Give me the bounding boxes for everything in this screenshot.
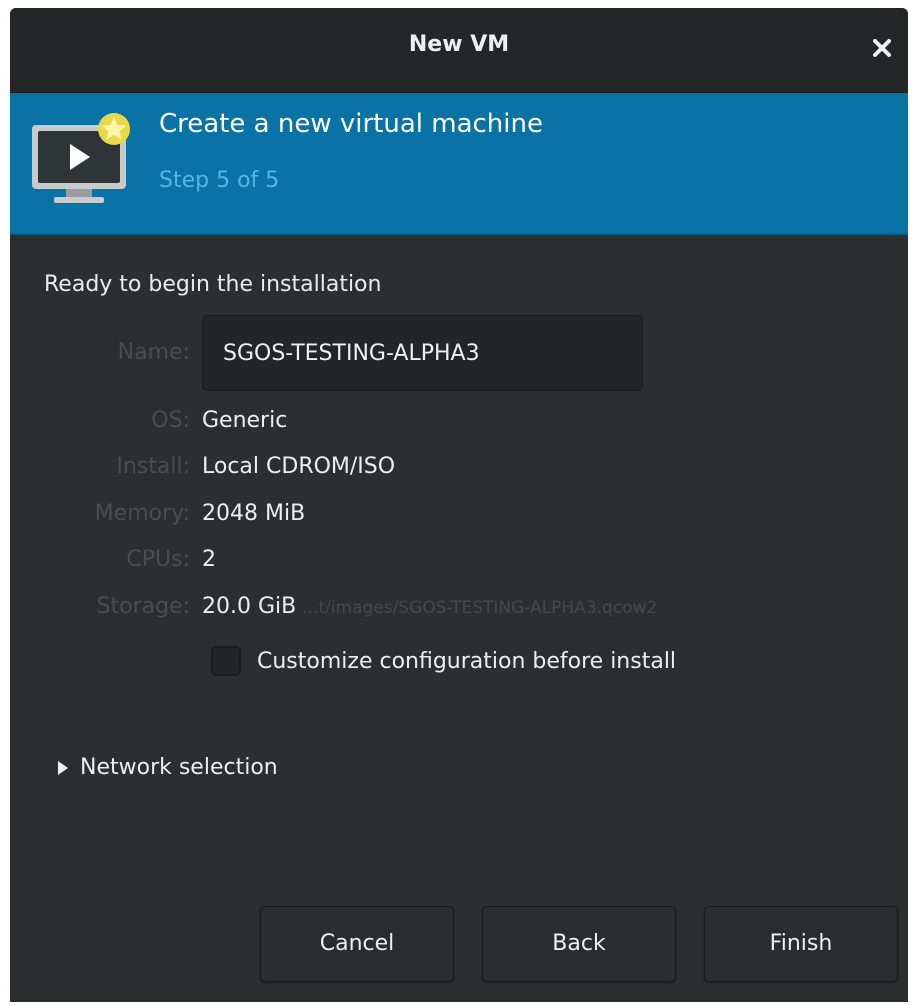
storage-label: Storage:	[96, 594, 191, 619]
install-value: Local CDROM/ISO	[202, 454, 396, 479]
customize-checkbox-row[interactable]: Customize configuration before install	[211, 641, 676, 681]
cpus-label: CPUs:	[126, 547, 190, 572]
cancel-button[interactable]: Cancel	[260, 906, 454, 982]
network-selection-expander[interactable]: Network selection	[58, 755, 278, 780]
summary-panel: Ready to begin the installation Name: OS…	[10, 235, 908, 1002]
install-label: Install:	[116, 454, 190, 479]
wizard-title: Create a new virtual machine	[159, 109, 543, 139]
network-selection-label[interactable]: Network selection	[80, 755, 278, 780]
name-label: Name:	[117, 340, 190, 365]
storage-row: 20.0 GiB ...t/images/SGOS-TESTING-ALPHA3.…	[202, 594, 657, 619]
wizard-header: Create a new virtual machine Step 5 of 5	[10, 93, 908, 235]
customize-checkbox-label[interactable]: Customize configuration before install	[257, 649, 676, 674]
wizard-step: Step 5 of 5	[159, 168, 280, 193]
cpus-value: 2	[202, 547, 216, 572]
new-vm-dialog: New VM Create a new virtual machine Step…	[10, 8, 908, 1002]
os-value: Generic	[202, 408, 288, 433]
close-icon	[873, 39, 891, 57]
memory-value: 2048 MiB	[202, 501, 306, 526]
close-button[interactable]	[868, 34, 896, 62]
back-button[interactable]: Back	[482, 906, 676, 982]
storage-value: 20.0 GiB	[202, 594, 297, 619]
finish-button[interactable]: Finish	[704, 906, 898, 982]
titlebar[interactable]: New VM	[10, 8, 908, 93]
customize-checkbox[interactable]	[211, 646, 241, 676]
storage-path: ...t/images/SGOS-TESTING-ALPHA3.qcow2	[302, 598, 658, 618]
triangle-right-icon	[58, 760, 68, 775]
os-label: OS:	[151, 408, 190, 433]
memory-label: Memory:	[94, 501, 190, 526]
new-vm-icon	[28, 111, 138, 207]
ready-heading: Ready to begin the installation	[44, 272, 382, 297]
name-input[interactable]	[202, 315, 643, 391]
window-title: New VM	[408, 32, 510, 57]
